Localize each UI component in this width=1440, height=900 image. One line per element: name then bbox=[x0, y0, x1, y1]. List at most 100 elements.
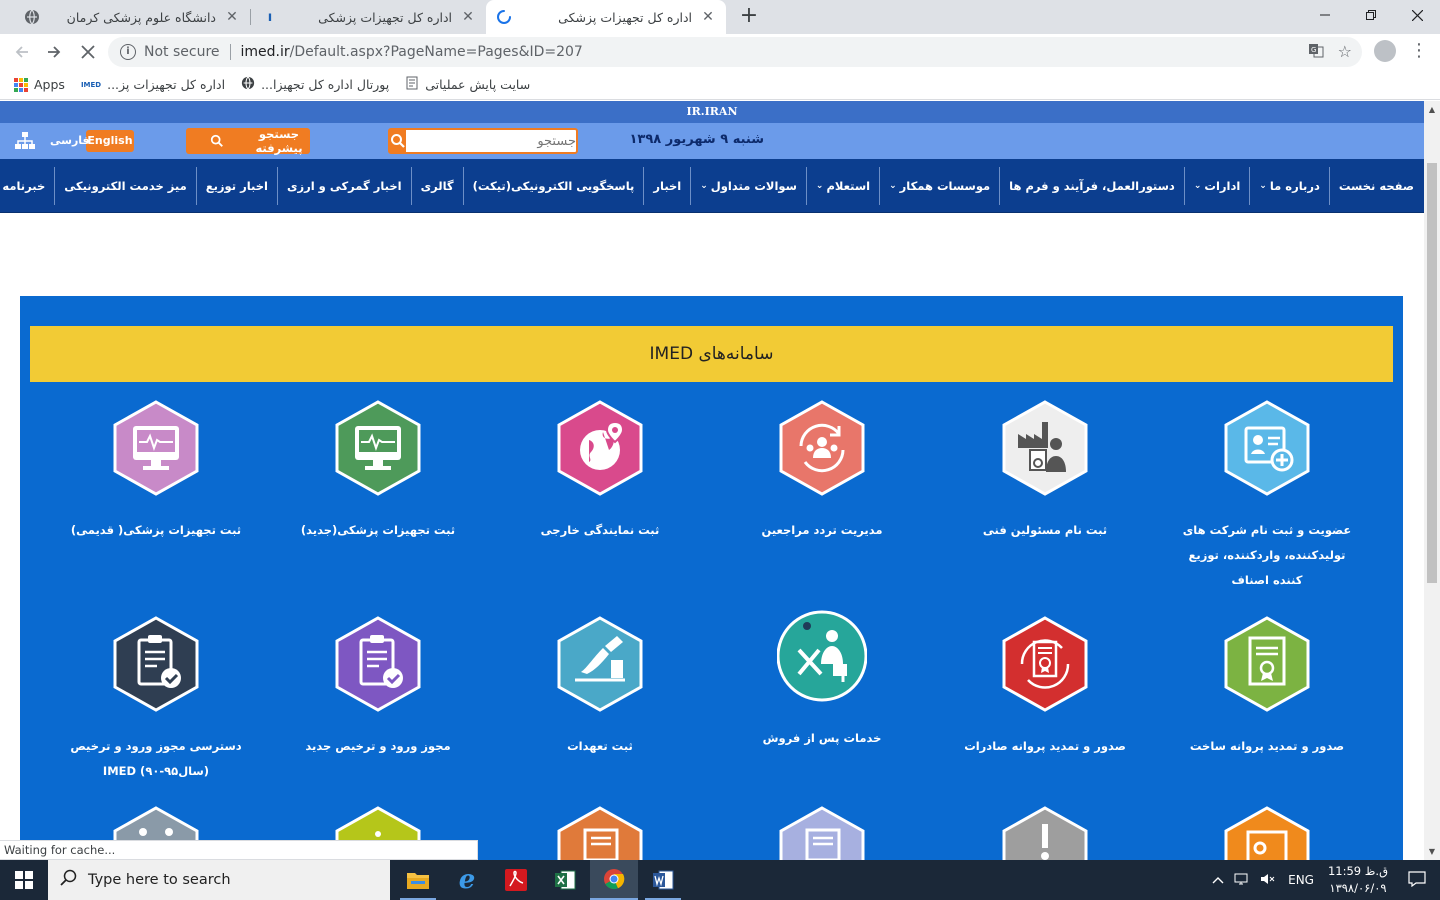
tab-imed-active[interactable]: ✕ اداره کل تجهیزات پزشکی bbox=[486, 0, 726, 34]
tile-import-clearance-new[interactable]: مجوز ورود و ترخیص جدید bbox=[267, 616, 489, 759]
tile-foreign-representation[interactable]: ثبت نمایندگی خارجی bbox=[489, 400, 711, 543]
search-input[interactable] bbox=[406, 130, 586, 152]
date-label: شنبه ۹ شهریور ۱۳۹۸ bbox=[629, 132, 764, 147]
forward-button[interactable] bbox=[42, 40, 66, 64]
advanced-search-button[interactable]: جستجو پیشرفته bbox=[186, 127, 310, 155]
clock[interactable]: 11:59 ق.ظ ۱۳۹۸/۰۶/۰۹ bbox=[1328, 863, 1388, 897]
tab-imed-1[interactable]: ✕ اداره کل تجهیزات پزشکی ı bbox=[252, 0, 486, 34]
tile-commitments[interactable]: ثبت تعهدات bbox=[489, 616, 711, 759]
tile-after-sales[interactable]: خدمات پس از فروش bbox=[711, 608, 933, 751]
tile-row3-1[interactable] bbox=[1156, 806, 1378, 860]
tab-strip: ✕ دانشگاه علوم پزشکی کرمان ✕ اداره کل تج… bbox=[0, 0, 1440, 34]
scroll-thumb[interactable] bbox=[1427, 163, 1437, 583]
close-icon[interactable]: ✕ bbox=[700, 9, 716, 25]
people-cycle-icon bbox=[779, 400, 865, 496]
browser-toolbar: i Not secure imed.ir/Default.aspx?PageNa… bbox=[0, 34, 1440, 70]
tab-title: اداره کل تجهیزات پزشکی bbox=[558, 9, 692, 25]
browser-status: Waiting for cache... bbox=[0, 840, 478, 860]
stop-loading-button[interactable] bbox=[76, 40, 100, 64]
tile-visitor-management[interactable]: مدیریت تردد مراجعین bbox=[711, 400, 933, 543]
nav-partners[interactable]: موسسات همکار ⌄ bbox=[879, 166, 999, 205]
tile-company-registration[interactable]: عضویت و ثبت نام شرکت های تولیدکننده، وار… bbox=[1156, 400, 1378, 593]
tile-device-registration-old[interactable]: ثبت تجهیزات پزشکی( قدیمی) bbox=[45, 400, 267, 543]
top-strip: IR.IRAN bbox=[0, 101, 1424, 123]
nav-gallery[interactable]: گالری bbox=[410, 166, 463, 205]
new-tab-button[interactable]: + bbox=[738, 5, 760, 27]
search-button[interactable] bbox=[390, 130, 406, 152]
tile-row3-2[interactable] bbox=[934, 806, 1156, 860]
nav-label: اخبار توزیع bbox=[205, 178, 268, 193]
scroll-up-arrow-icon[interactable]: ▲ bbox=[1424, 105, 1440, 114]
tile-technical-officers[interactable]: ثبت نام مسئولین فنی bbox=[934, 400, 1156, 543]
profile-avatar[interactable] bbox=[1374, 40, 1396, 62]
taskbar-search[interactable]: Type here to search bbox=[48, 860, 390, 900]
close-window-button[interactable] bbox=[1394, 0, 1440, 30]
bookmark-imed[interactable]: IMED اداره کل تجهیزات پز... bbox=[81, 77, 225, 92]
chevron-down-icon: ⌄ bbox=[1193, 180, 1202, 191]
bookmark-apps[interactable]: Apps bbox=[14, 77, 65, 92]
nav-e-service[interactable]: میز خدمت الکترونیکی bbox=[54, 166, 195, 205]
nav-label: موسسات همکار bbox=[899, 178, 991, 193]
globe-icon bbox=[241, 76, 255, 93]
nav-label: خبرنامه bbox=[2, 178, 46, 193]
nav-label: میز خدمت الکترونیکی bbox=[64, 178, 187, 193]
internet-explorer-icon[interactable]: e bbox=[443, 860, 491, 900]
translate-icon[interactable]: G bbox=[1308, 42, 1324, 62]
chrome-icon[interactable] bbox=[590, 860, 638, 900]
imed-favicon: IMED bbox=[80, 80, 102, 89]
notifications-icon[interactable] bbox=[1408, 870, 1426, 890]
close-icon[interactable]: ✕ bbox=[224, 9, 240, 25]
restore-button[interactable] bbox=[1348, 0, 1394, 30]
excel-icon[interactable] bbox=[541, 860, 589, 900]
clipboard-check-icon bbox=[335, 616, 421, 712]
database-document-icon bbox=[779, 806, 865, 860]
nav-faq[interactable]: سوالات متداول ⌄ bbox=[690, 166, 806, 205]
address-bar[interactable]: i Not secure imed.ir/Default.aspx?PageNa… bbox=[108, 37, 1362, 67]
clock-date: ۱۳۹۸/۰۶/۰۹ bbox=[1329, 881, 1387, 895]
minimize-button[interactable] bbox=[1302, 0, 1348, 30]
nav-newsletter[interactable]: خبرنامه bbox=[0, 167, 54, 205]
bookmark-portal[interactable]: پورتال اداره کل تجهیزا... bbox=[241, 76, 389, 93]
back-button[interactable] bbox=[10, 40, 34, 64]
tile-export-license[interactable]: صدور و تمدید پروانه صادرات bbox=[934, 616, 1156, 759]
tile-row3-4[interactable] bbox=[489, 806, 711, 860]
bookmark-star-icon[interactable]: ☆ bbox=[1338, 42, 1352, 62]
vertical-scrollbar[interactable]: ▲ ▼ bbox=[1424, 101, 1440, 860]
chevron-up-icon[interactable] bbox=[1212, 873, 1224, 887]
close-icon[interactable]: ✕ bbox=[460, 9, 476, 25]
tile-manufacturing-license[interactable]: صدور و تمدید پروانه ساخت bbox=[1156, 616, 1378, 759]
tile-device-registration-new[interactable]: ثبت تجهیزات پزشکی(جدید) bbox=[267, 400, 489, 543]
tile-row3-3[interactable] bbox=[711, 806, 933, 860]
nav-customs-news[interactable]: اخبار گمرکی و ارزی bbox=[276, 166, 411, 205]
monitor-ecg-icon bbox=[113, 400, 199, 496]
windows-taskbar: Type here to search e ENG 11:59 ق.ظ ۱۳۹۸… bbox=[0, 860, 1440, 900]
bookmark-monitoring[interactable]: سایت پایش عملیاتی bbox=[405, 76, 530, 93]
nav-about[interactable]: درباره ما ⌄ bbox=[1249, 166, 1329, 205]
bookmarks-bar: Apps IMED اداره کل تجهیزات پز... پورتال … bbox=[0, 70, 1440, 100]
tile-label: مدیریت تردد مراجعین bbox=[761, 523, 883, 537]
clock-time: 11:59 ق.ظ bbox=[1327, 864, 1388, 878]
start-button[interactable] bbox=[0, 860, 48, 900]
sitemap-icon[interactable] bbox=[14, 131, 36, 155]
nav-news[interactable]: اخبار bbox=[643, 166, 690, 205]
info-icon[interactable]: i bbox=[120, 44, 136, 60]
farsi-button[interactable]: فارسی bbox=[50, 130, 90, 152]
nav-distribution-news[interactable]: اخبار توزیع bbox=[195, 166, 277, 205]
acrobat-icon[interactable] bbox=[492, 860, 540, 900]
nav-instructions[interactable]: دستورالعمل، فرآیند و فرم ها bbox=[999, 166, 1184, 205]
chevron-down-icon: ⌄ bbox=[700, 180, 708, 191]
volume-muted-icon[interactable] bbox=[1260, 872, 1276, 889]
tile-import-clearance-archive[interactable]: دسترسی مجوز ورود و ترخیص (سال۹۵-۹۰) IMED bbox=[45, 616, 267, 784]
nav-departments[interactable]: ادارات ⌄ bbox=[1183, 166, 1249, 205]
english-button[interactable]: English bbox=[86, 130, 134, 152]
nav-ticket[interactable]: پاسخگویی الکترونیکی(تیکت) bbox=[462, 166, 644, 205]
browser-menu-icon[interactable]: ⋮ bbox=[1410, 41, 1428, 61]
nav-home[interactable]: صفحه نخست bbox=[1328, 166, 1424, 205]
network-icon[interactable] bbox=[1234, 872, 1250, 889]
scroll-down-arrow-icon[interactable]: ▼ bbox=[1424, 847, 1440, 856]
tab-kerman-university[interactable]: ✕ دانشگاه علوم پزشکی کرمان bbox=[14, 0, 250, 34]
input-language[interactable]: ENG bbox=[1288, 873, 1314, 887]
word-icon[interactable] bbox=[639, 860, 687, 900]
file-explorer-icon[interactable] bbox=[394, 860, 442, 900]
nav-inquiry[interactable]: استعلام ⌄ bbox=[805, 166, 879, 205]
